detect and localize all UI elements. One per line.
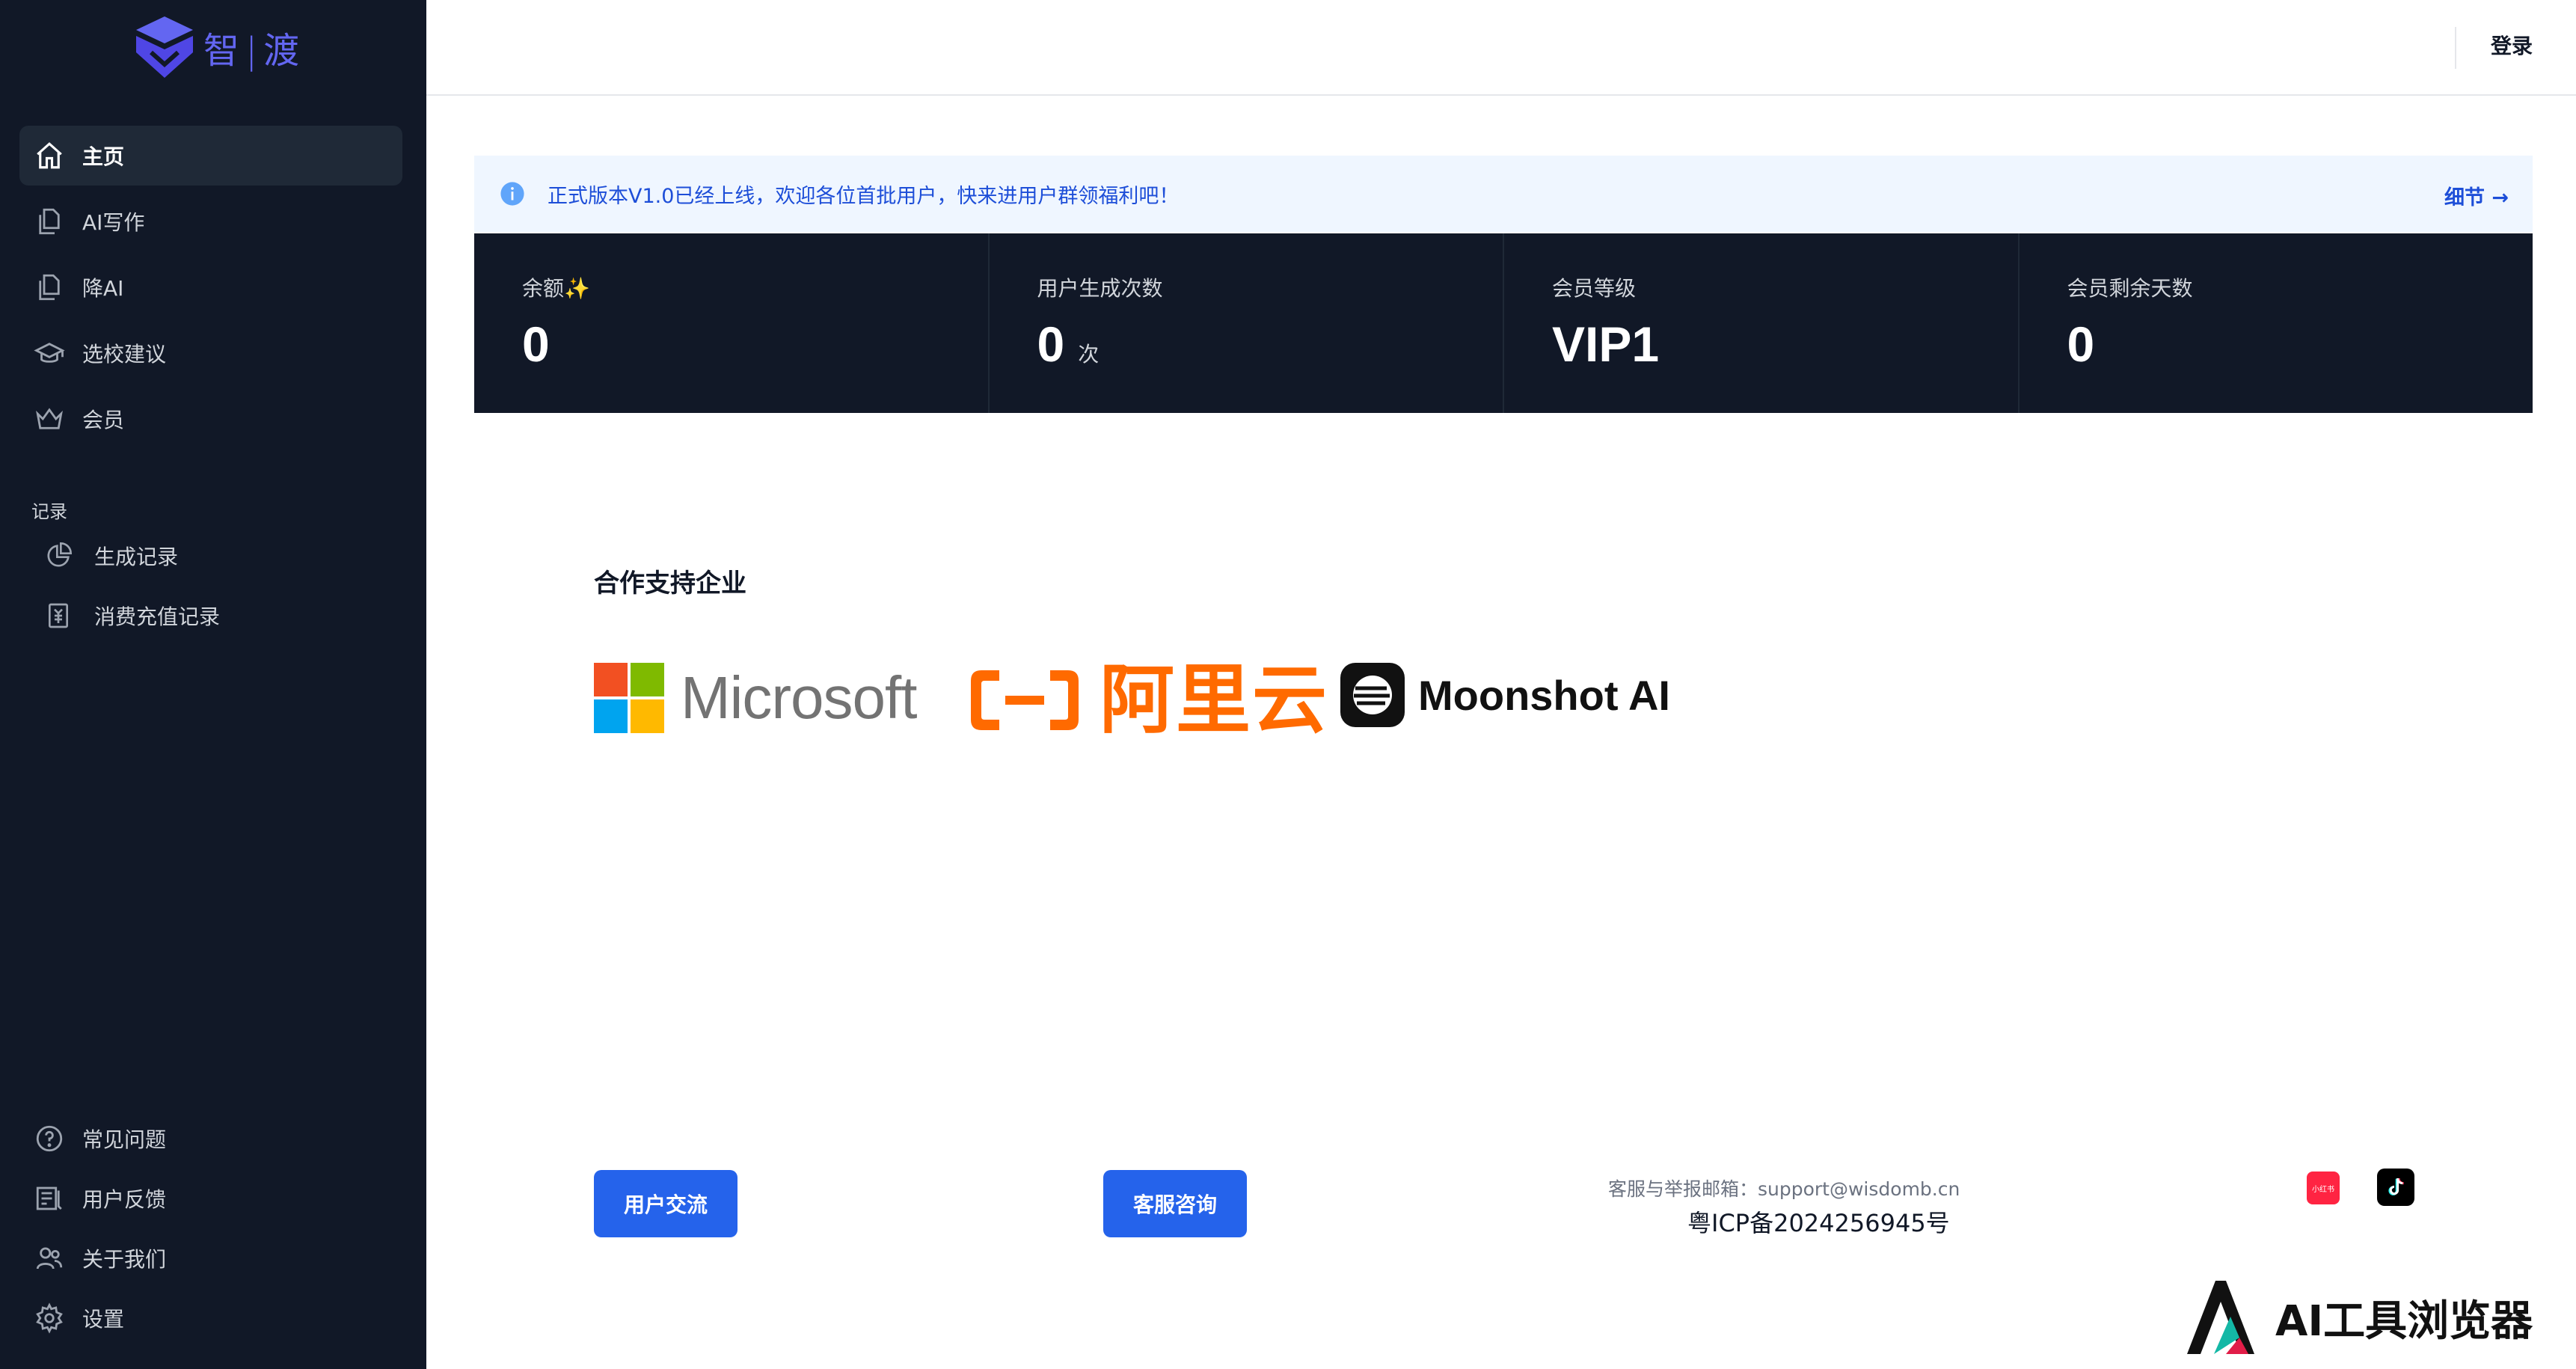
support-email: 客服与举报邮箱：support@wisdomb.cn [1608, 1178, 1960, 1200]
stat-value: 0次 [1037, 316, 1100, 373]
stat-value: VIP1 [1552, 316, 1660, 372]
stat-label: 会员等级 [1552, 276, 1637, 301]
sidebar-item-label: 会员 [82, 408, 125, 432]
users-icon [33, 1242, 66, 1275]
stat-value: 0 [522, 316, 550, 372]
xiaohongshu-icon[interactable]: 小红书 [2307, 1172, 2340, 1204]
sidebar-item-feedback[interactable]: 用户反馈 [19, 1169, 402, 1228]
tiktok-note-icon [2388, 1177, 2404, 1195]
sidebar-item-label: 用户反馈 [82, 1187, 167, 1212]
brand-separator: | [245, 30, 260, 72]
announcement-banner: 正式版本V1.0已经上线，欢迎各位首批用户，快来进用户群领福利吧！ 细节 → [474, 156, 2533, 232]
sidebar-item-label: 降AI [82, 276, 124, 301]
banner-details-link[interactable]: 细节 → [2444, 181, 2509, 210]
watermark: AI工具浏览器 [2180, 1266, 2576, 1369]
sidebar-item-school-advice[interactable]: 选校建议 [19, 323, 402, 383]
moonshot-wordmark: Moonshot AI [1418, 671, 1670, 719]
moonshot-icon [1340, 663, 1405, 727]
sidebar-item-settings[interactable]: 设置 [19, 1288, 402, 1348]
watermark-logo-icon [2187, 1281, 2254, 1354]
sidebar-item-label: 选校建议 [82, 342, 167, 367]
document-copy-icon [33, 271, 66, 304]
gear-icon [33, 1302, 66, 1335]
shield-logo-icon [136, 16, 193, 78]
sidebar-item-ai-writing[interactable]: AI写作 [19, 192, 402, 251]
aliyun-bracket-icon [971, 670, 1079, 730]
icp-number[interactable]: 粤ICP备2024256945号 [1687, 1204, 1950, 1239]
sidebar-item-label: AI写作 [82, 210, 145, 235]
stat-generation-count: 用户生成次数 0次 [987, 233, 1503, 413]
sidebar-item-label: 消费充值记录 [94, 604, 221, 629]
stat-member-days: 会员剩余天数 0 [2017, 233, 2533, 413]
header-divider [2455, 27, 2456, 69]
sidebar: 智 | 渡 主页 AI写作 降AI 选校建议 会员 记录 生成记录 消费充值记录… [0, 0, 426, 1369]
info-icon [500, 182, 524, 206]
crown-icon [33, 402, 66, 435]
stat-member-level: 会员等级 VIP1 [1503, 233, 2018, 413]
sidebar-item-reduce-ai[interactable]: 降AI [19, 257, 402, 317]
xiaohongshu-label: 小红书 [2312, 1185, 2334, 1194]
brand-logo[interactable]: 智 | 渡 [133, 13, 301, 81]
stats-panel: 余额✨ 0 用户生成次数 0次 会员等级 VIP1 会员剩余天数 0 [474, 233, 2533, 413]
microsoft-wordmark: Microsoft [681, 664, 917, 731]
tiktok-icon[interactable] [2377, 1169, 2414, 1206]
sidebar-item-about[interactable]: 关于我们 [19, 1228, 402, 1288]
aliyun-wordmark: 阿里云 [1100, 656, 1328, 744]
user-community-button[interactable]: 用户交流 [594, 1170, 738, 1237]
home-icon [33, 139, 66, 172]
stat-value: 0 [2067, 316, 2095, 372]
sidebar-item-label: 设置 [82, 1307, 125, 1332]
login-button[interactable]: 登录 [2491, 30, 2533, 60]
customer-service-button[interactable]: 客服咨询 [1103, 1170, 1248, 1237]
feedback-icon [33, 1182, 66, 1215]
pie-chart-icon [42, 539, 75, 572]
banner-text: 正式版本V1.0已经上线，欢迎各位首批用户，快来进用户群领福利吧！ [548, 184, 1180, 208]
records-section-label: 记录 [31, 501, 67, 522]
moonshot-logo: Moonshot AI [1340, 663, 1670, 727]
sidebar-item-membership[interactable]: 会员 [19, 389, 402, 449]
graduation-cap-icon [33, 337, 66, 370]
sidebar-item-label: 生成记录 [94, 545, 179, 569]
stat-unit: 次 [1078, 343, 1100, 366]
sidebar-item-faq[interactable]: 常见问题 [19, 1109, 402, 1169]
sidebar-item-label: 关于我们 [82, 1247, 167, 1272]
stat-label: 用户生成次数 [1037, 276, 1163, 301]
microsoft-logo: Microsoft [594, 663, 917, 733]
brand-name-a: 智 [203, 30, 242, 72]
microsoft-grid-icon [594, 663, 664, 733]
sidebar-item-label: 主页 [82, 144, 125, 169]
sidebar-item-label: 常见问题 [82, 1127, 167, 1152]
sidebar-item-generation-records[interactable]: 生成记录 [42, 530, 401, 582]
brand-name-b: 渡 [263, 30, 301, 72]
partners-title: 合作支持企业 [594, 569, 746, 598]
document-icon [33, 205, 66, 238]
aliyun-logo: 阿里云 [966, 663, 1328, 738]
stat-balance: 余额✨ 0 [474, 233, 988, 413]
stat-label: 会员剩余天数 [2067, 276, 2193, 301]
watermark-text: AI工具浏览器 [2275, 1296, 2533, 1346]
stat-number: 0 [1037, 316, 1065, 372]
question-circle-icon [33, 1122, 66, 1155]
stat-label: 余额✨ [522, 276, 590, 301]
top-header: 登录 [426, 0, 2576, 96]
sidebar-item-home[interactable]: 主页 [19, 126, 402, 186]
sidebar-item-consumption-records[interactable]: 消费充值记录 [42, 589, 401, 642]
receipt-icon [42, 599, 75, 632]
